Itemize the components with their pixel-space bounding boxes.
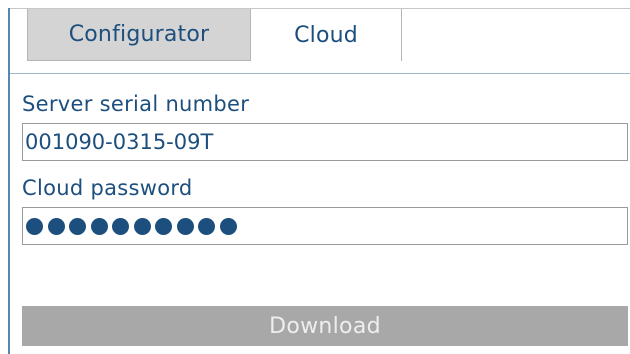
- cloud-password-label: Cloud password: [22, 176, 193, 200]
- tab-cloud[interactable]: Cloud: [251, 9, 402, 61]
- password-mask-dot: [176, 217, 194, 235]
- app-frame: Configurator Cloud Server serial number …: [8, 8, 630, 354]
- password-mask-dot: [155, 217, 172, 235]
- password-mask-dot: [69, 217, 86, 235]
- tab-configurator[interactable]: Configurator: [27, 9, 251, 61]
- password-mask-dot: [198, 217, 215, 235]
- password-mask-dot: [90, 217, 108, 235]
- download-button[interactable]: Download: [22, 306, 628, 346]
- password-mask-dot: [112, 217, 129, 235]
- serial-number-label: Server serial number: [22, 92, 250, 116]
- password-mask-dot: [26, 217, 43, 235]
- tab-cloud-label: Cloud: [294, 22, 358, 48]
- cloud-password-input[interactable]: [22, 207, 628, 245]
- tab-configurator-label: Configurator: [68, 22, 210, 47]
- serial-number-input[interactable]: [22, 123, 628, 161]
- password-mask-dot: [47, 217, 65, 235]
- password-mask-dot: [133, 217, 151, 235]
- password-mask-dot: [219, 217, 237, 235]
- tab-bar: Configurator Cloud: [10, 8, 630, 74]
